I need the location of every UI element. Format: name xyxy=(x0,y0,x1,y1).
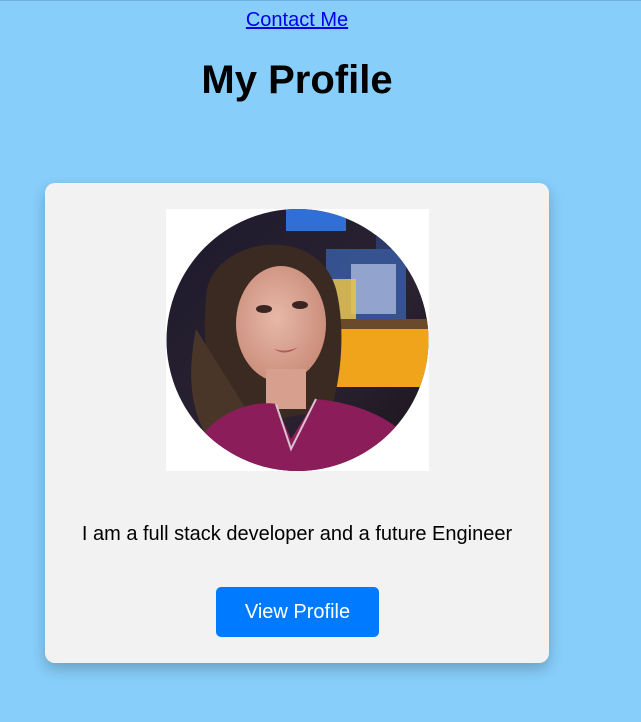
page: Contact Me My Profile I am a full stack … xyxy=(0,0,641,722)
profile-card: I am a full stack developer and a future… xyxy=(45,183,549,663)
page-title: My Profile xyxy=(201,58,393,102)
view-profile-button[interactable]: View Profile xyxy=(216,587,379,637)
contact-me-link[interactable]: Contact Me xyxy=(0,9,594,32)
bio-text: I am a full stack developer and a future… xyxy=(81,523,513,545)
profile-photo-frame xyxy=(166,209,429,471)
top-divider xyxy=(0,0,641,1)
avatar xyxy=(166,209,429,471)
